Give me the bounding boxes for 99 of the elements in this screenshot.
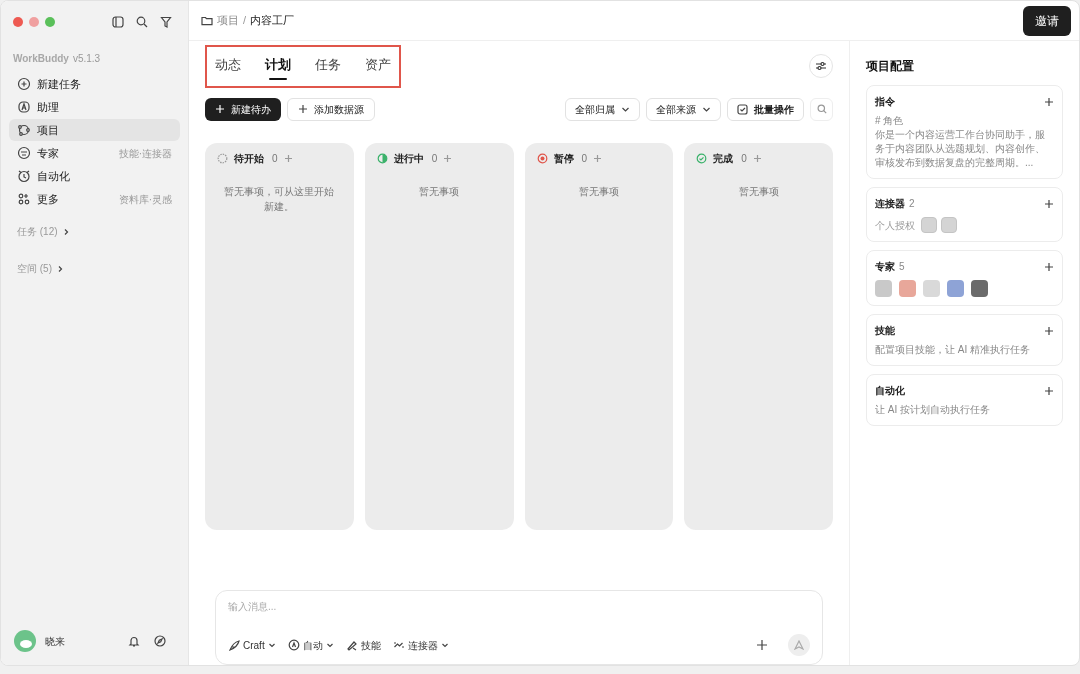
avatar-placeholder bbox=[947, 280, 964, 297]
alarm-clock-icon bbox=[17, 169, 31, 183]
filter-dropdown[interactable]: 全部来源 bbox=[646, 97, 721, 121]
plus-icon bbox=[756, 639, 768, 651]
user-name: 晓来 bbox=[45, 634, 66, 649]
folder-icon bbox=[201, 15, 213, 26]
project-icon bbox=[17, 123, 31, 137]
robot-icon bbox=[17, 100, 31, 114]
app-icon bbox=[921, 217, 937, 233]
column-title: 暂停 bbox=[553, 151, 574, 166]
avatar-placeholder bbox=[899, 280, 916, 297]
column-count: 0 bbox=[431, 151, 438, 166]
check-circle-icon bbox=[696, 152, 708, 164]
column-title: 完成 bbox=[713, 151, 734, 166]
app-name: WorkBuddy bbox=[13, 52, 69, 66]
plus-icon[interactable] bbox=[1044, 198, 1054, 209]
card-text: 个人授权 bbox=[875, 218, 915, 233]
sidebar-item[interactable]: 自动化 bbox=[9, 165, 180, 187]
card-title: 指令 bbox=[875, 95, 895, 109]
chevron-down-icon bbox=[267, 641, 276, 649]
empty-message: 暂无事项 bbox=[418, 184, 461, 199]
plus-icon[interactable] bbox=[1044, 385, 1054, 396]
pen-icon bbox=[345, 639, 358, 651]
bell-icon[interactable] bbox=[128, 635, 140, 647]
add-data-source-button[interactable]: 添加数据源 bbox=[287, 97, 375, 121]
column-count: 0 bbox=[272, 151, 278, 166]
search-icon bbox=[136, 16, 148, 28]
column-title: 进行中 bbox=[393, 151, 424, 166]
sliders-icon bbox=[815, 60, 827, 73]
composer-tool[interactable]: 连接器 bbox=[392, 637, 449, 653]
tab[interactable]: 计划 bbox=[265, 55, 291, 82]
sidebar-item[interactable]: 助理 bbox=[9, 96, 180, 118]
chevron-right-icon bbox=[56, 264, 64, 273]
composer-tool[interactable]: Craft bbox=[228, 637, 276, 653]
avatar-placeholder bbox=[875, 280, 892, 297]
card-text: 让 AI 按计划自动执行任务 bbox=[875, 403, 991, 417]
tab[interactable]: 动态 bbox=[215, 55, 241, 82]
avatar-icon bbox=[13, 629, 37, 653]
card-text: 你是一个内容运营工作台协同助手，服务于内容团队从选题规划、内容创作、审核发布到数据复盘的完整周期。... bbox=[875, 128, 1046, 170]
card-count: 5 bbox=[899, 260, 905, 274]
plus-icon bbox=[215, 104, 225, 114]
panel-title: 项目配置 bbox=[866, 58, 915, 75]
sidebar-toggle-icon bbox=[112, 16, 124, 28]
sidebar-item[interactable]: 更多 资料库·灵感 bbox=[9, 188, 180, 210]
message-input[interactable]: 输入消息... bbox=[228, 598, 810, 614]
hint-label: 资料库·灵感 bbox=[118, 192, 172, 207]
avatar-placeholder bbox=[923, 280, 940, 297]
sidebar-item[interactable]: 项目 bbox=[9, 119, 180, 141]
breadcrumb-item[interactable]: 项目 bbox=[217, 12, 239, 29]
breadcrumb-separator: / bbox=[243, 13, 247, 29]
card-title: 技能 bbox=[875, 324, 895, 338]
column-count: 0 bbox=[741, 151, 747, 166]
plus-icon[interactable] bbox=[1044, 325, 1054, 336]
attach-button[interactable] bbox=[756, 639, 768, 651]
card-title: 专家 bbox=[875, 260, 895, 274]
composer-tool[interactable]: 自动 bbox=[287, 637, 334, 653]
compass-icon[interactable] bbox=[154, 635, 166, 647]
card-text: # 角色 bbox=[875, 114, 905, 128]
send-icon bbox=[794, 640, 804, 650]
invite-button[interactable]: 邀请 bbox=[1023, 5, 1071, 36]
tab[interactable]: 资产 bbox=[365, 55, 391, 82]
progress-icon bbox=[376, 152, 388, 164]
plus-icon bbox=[298, 104, 308, 114]
grid-icon bbox=[17, 192, 31, 206]
tab[interactable]: 任务 bbox=[315, 55, 341, 82]
chevron-down-icon bbox=[440, 641, 449, 649]
hint-label: 技能·连接器 bbox=[118, 146, 172, 161]
new-todo-button[interactable]: 新建待办 bbox=[205, 97, 281, 121]
column-title: 待开始 bbox=[234, 151, 264, 166]
plus-icon[interactable] bbox=[1044, 96, 1054, 107]
card-text: 配置项目技能，让 AI 精准执行任务 bbox=[875, 343, 1031, 357]
column-count: 0 bbox=[581, 151, 588, 166]
card-count: 2 bbox=[909, 197, 915, 211]
empty-message: 暂无事项，可从这里开始新建。 bbox=[223, 184, 336, 214]
chat-plus-icon bbox=[17, 77, 31, 91]
sidebar-item[interactable]: 新建任务 bbox=[9, 73, 180, 95]
empty-message: 暂无事项 bbox=[737, 184, 780, 199]
app-icon bbox=[941, 217, 957, 233]
feather-icon bbox=[228, 639, 240, 651]
circle-icon bbox=[217, 152, 228, 164]
sidebar-item[interactable]: 专家 技能·连接器 bbox=[9, 142, 180, 164]
search-button[interactable] bbox=[810, 97, 833, 121]
card-title: 自动化 bbox=[875, 384, 905, 398]
version-label: v5.1.3 bbox=[72, 52, 101, 66]
plus-icon[interactable] bbox=[1044, 261, 1054, 272]
checkbox-icon bbox=[737, 103, 748, 115]
chevron-down-icon bbox=[325, 641, 334, 649]
breadcrumb-item[interactable]: 内容工厂 bbox=[250, 12, 295, 29]
filter-dropdown[interactable]: 全部归属 bbox=[565, 97, 640, 121]
composer-tool[interactable]: 技能 bbox=[345, 637, 381, 653]
stop-icon bbox=[536, 152, 548, 164]
batch-operation-button[interactable]: 批量操作 bbox=[727, 97, 804, 121]
avatar-placeholder bbox=[971, 280, 988, 297]
expert-icon bbox=[17, 146, 31, 160]
search-icon bbox=[816, 104, 827, 114]
card-title: 连接器 bbox=[875, 197, 905, 211]
empty-message: 暂无事项 bbox=[577, 184, 620, 199]
filter-icon bbox=[160, 16, 172, 28]
auto-icon bbox=[287, 639, 300, 651]
